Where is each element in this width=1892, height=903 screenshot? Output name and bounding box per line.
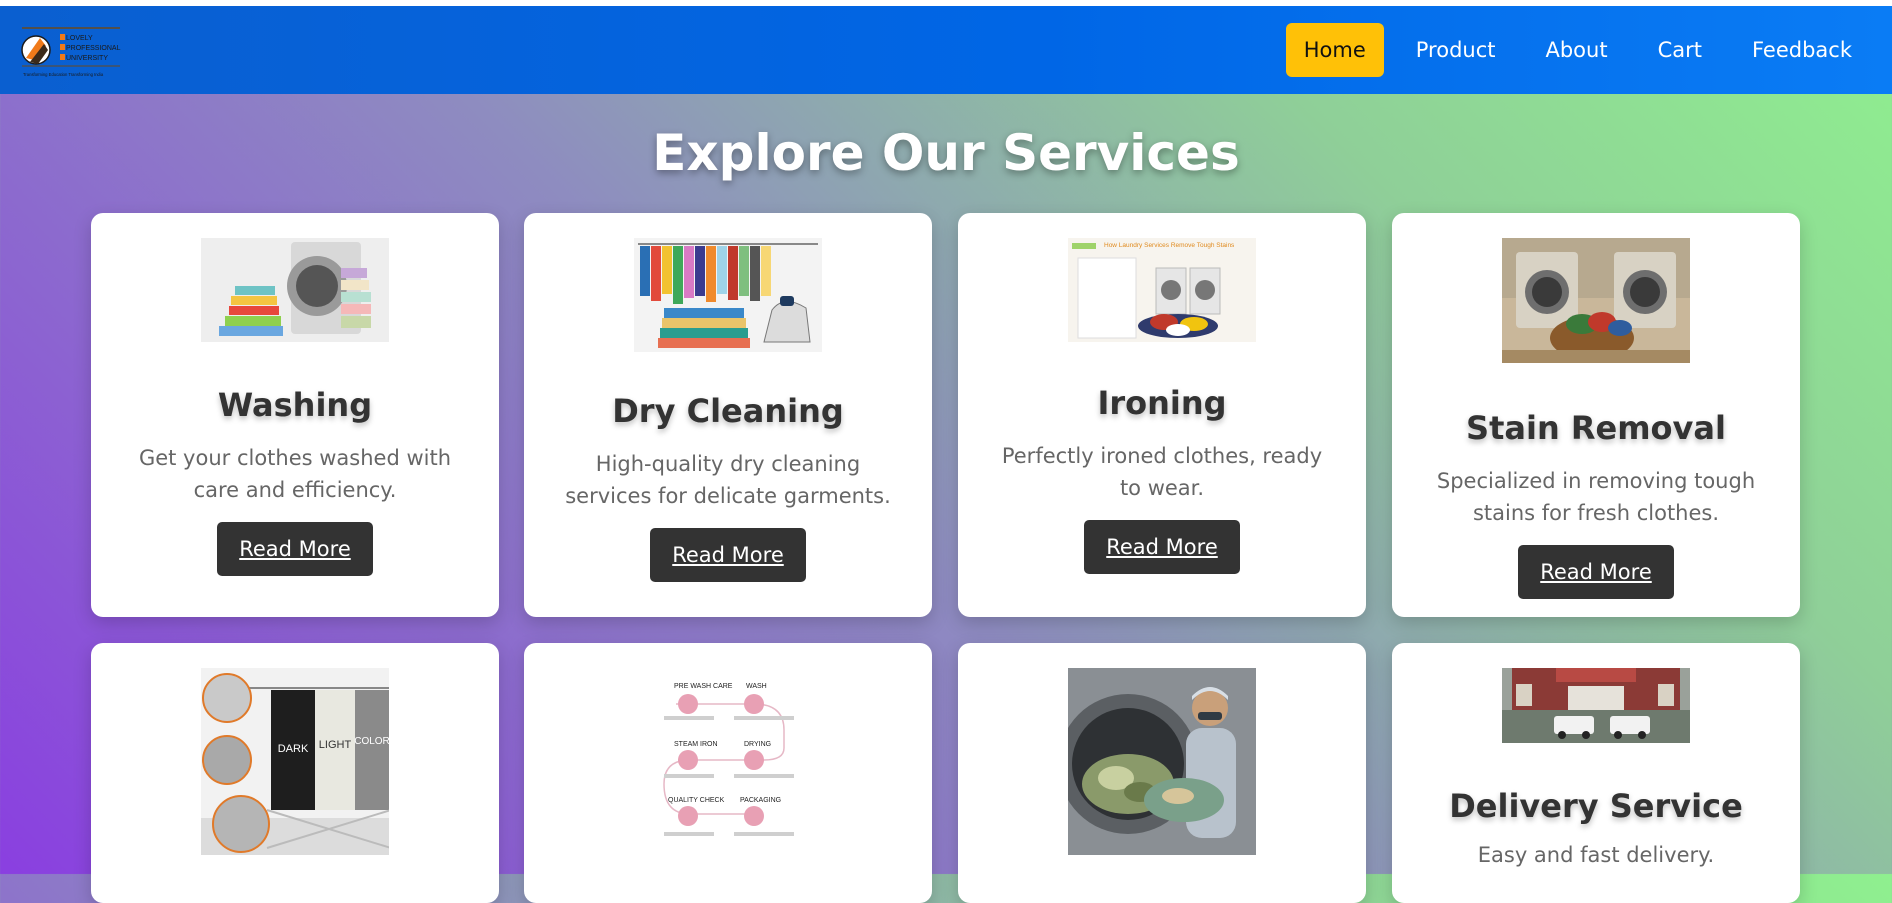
lpu-logo[interactable]: LOVELY PROFESSIONAL UNIVERSITY Transform… [20, 26, 124, 80]
svg-text:QUALITY CHECK: QUALITY CHECK [668, 797, 725, 804]
nav-about[interactable]: About [1527, 23, 1625, 77]
service-card-sorting: DARK LIGHT COLOR [91, 643, 499, 903]
read-more-button[interactable]: Read More [217, 522, 373, 576]
industrial-washer-image [1068, 668, 1256, 855]
laundry-sorter-image: DARK LIGHT COLOR [201, 668, 389, 855]
read-more-button[interactable]: Read More [650, 528, 806, 582]
stain-removal-image [1502, 238, 1690, 363]
svg-text:UNIVERSITY: UNIVERSITY [66, 55, 108, 62]
svg-text:PACKAGING: PACKAGING [740, 797, 781, 804]
card-title: Stain Removal [1466, 409, 1726, 447]
card-description: High-quality dry cleaning services for d… [565, 452, 891, 508]
navbar: LOVELY PROFESSIONAL UNIVERSITY Transform… [0, 6, 1892, 94]
svg-text:How Laundry Services Remove To: How Laundry Services Remove Tough Stains [1104, 242, 1235, 249]
svg-text:DARK: DARK [278, 743, 309, 755]
nav-feedback[interactable]: Feedback [1734, 23, 1870, 77]
card-title: Ironing [1097, 384, 1227, 422]
svg-text:DRYING: DRYING [744, 741, 771, 748]
service-card-delivery: Delivery Service Easy and fast delivery. [1392, 643, 1800, 903]
nav-product[interactable]: Product [1398, 23, 1514, 77]
dry-cleaning-image [634, 238, 822, 352]
service-card-industrial [958, 643, 1366, 903]
svg-text:COLOR: COLOR [354, 736, 389, 747]
read-more-button[interactable]: Read More [1084, 520, 1240, 574]
svg-text:LOVELY: LOVELY [66, 35, 93, 42]
page-title: Explore Our Services [652, 124, 1240, 182]
service-card-ironing: How Laundry Services Remove Tough Stains… [958, 213, 1366, 617]
main-nav: Home Product About Cart Feedback [1285, 23, 1870, 77]
card-description: Easy and fast delivery. [1477, 843, 1715, 867]
card-title: Dry Cleaning [612, 392, 844, 430]
nav-cart[interactable]: Cart [1640, 23, 1720, 77]
card-title: Washing [217, 386, 373, 424]
card-description: Specialized in removing tough stains for… [1436, 469, 1756, 525]
washing-image [201, 238, 389, 342]
nav-home[interactable]: Home [1285, 23, 1384, 77]
service-card-stain-removal: Stain Removal Specialized in removing to… [1392, 213, 1800, 617]
process-infographic-image: PRE WASH CARE WASH STEAM IRON DRYING QUA… [634, 668, 822, 855]
svg-text:STEAM IRON: STEAM IRON [674, 741, 718, 748]
ironing-image: How Laundry Services Remove Tough Stains [1068, 238, 1256, 342]
read-more-button[interactable]: Read More [1518, 545, 1674, 599]
svg-text:Transforming Education Transfo: Transforming Education Transforming Indi… [23, 72, 104, 77]
card-description: Perfectly ironed clothes, ready to wear. [1001, 444, 1323, 500]
card-description: Get your clothes washed with care and ef… [138, 446, 452, 502]
service-card-washing: Washing Get your clothes washed with car… [91, 213, 499, 617]
svg-text:WASH: WASH [746, 683, 767, 690]
university-emblem-icon: LOVELY PROFESSIONAL UNIVERSITY Transform… [21, 27, 121, 77]
svg-text:PRE WASH CARE: PRE WASH CARE [674, 683, 733, 690]
delivery-image [1502, 668, 1690, 743]
svg-text:LIGHT: LIGHT [319, 739, 352, 751]
svg-text:PROFESSIONAL: PROFESSIONAL [66, 45, 121, 52]
service-card-dry-cleaning: Dry Cleaning High-quality dry cleaning s… [524, 213, 932, 617]
card-title: Delivery Service [1449, 787, 1743, 825]
service-card-process: PRE WASH CARE WASH STEAM IRON DRYING QUA… [524, 643, 932, 903]
